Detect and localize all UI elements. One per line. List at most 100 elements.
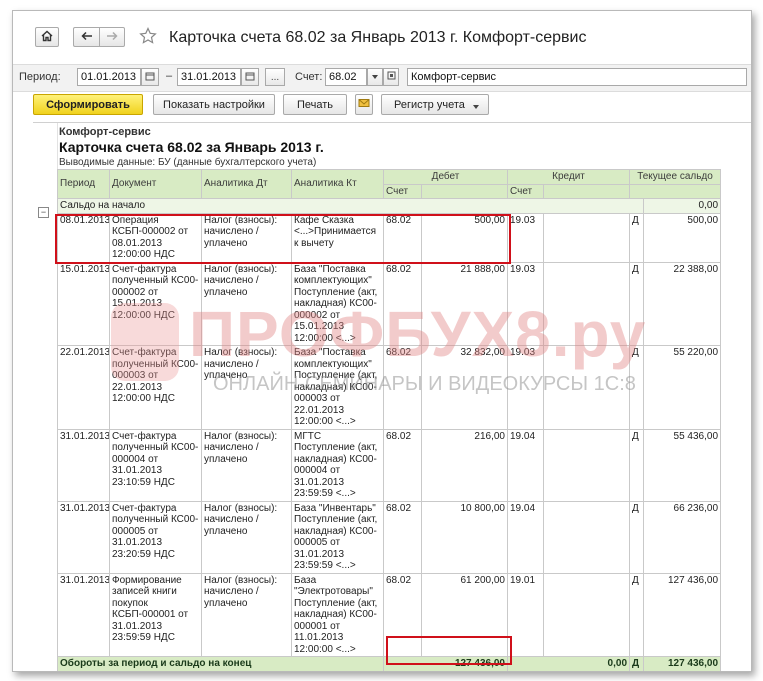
cell-credit	[542, 428, 631, 502]
show-settings-button[interactable]: Показать настройки	[153, 94, 275, 115]
cell-balance-sign: Д	[629, 261, 645, 346]
arrow-right-icon	[106, 30, 118, 44]
cell-document: Счет-фактура полученный КС00-000002 от 1…	[109, 261, 202, 346]
cell-debit: 61 200,00	[421, 572, 508, 657]
cell-document: Операция КСБП-000002 от 08.01.2013 12:00…	[109, 212, 202, 263]
period-label: Период:	[19, 71, 61, 83]
cell-debit: 32 832,00	[421, 345, 508, 430]
cell-credit-account: 19.03	[507, 212, 544, 263]
totals-credit: 0,00	[506, 656, 631, 671]
cell-analytics-dt: Налог (взносы): начислено / уплачено	[201, 261, 292, 346]
cell-debit: 500,00	[421, 212, 508, 263]
forward-button[interactable]	[99, 27, 125, 47]
cell-balance-sign: Д	[629, 212, 645, 263]
cell-balance-sign: Д	[629, 428, 645, 502]
cell-debit-account: 68.02	[383, 261, 422, 346]
cell-balance: 55 220,00	[643, 345, 722, 430]
organization-input[interactable]: Комфорт-сервис	[407, 68, 747, 86]
save-button[interactable]	[355, 94, 373, 115]
cell-analytics-kt: База "Инвентарь" Поступление (акт, накла…	[291, 500, 384, 574]
back-button[interactable]	[73, 27, 99, 47]
cell-analytics-kt: База "Поставка комплектующих" Поступлени…	[291, 261, 384, 346]
cell-balance: 66 236,00	[643, 500, 722, 574]
account-label: Счет:	[295, 71, 323, 83]
col-period: Период	[57, 169, 110, 199]
cell-balance-sign: Д	[629, 500, 645, 574]
date-from-input[interactable]: 01.01.2013	[77, 68, 141, 86]
cell-document: Формирование записей книги покупок КСБП-…	[109, 572, 202, 657]
totals-balance: 127 436,00	[643, 656, 722, 671]
opening-balance-value: 0,00	[643, 198, 722, 214]
command-bar: Сформировать Показать настройки Печать Р…	[13, 92, 751, 118]
cell-analytics-dt: Налог (взносы): начислено / уплачено	[201, 212, 292, 263]
cell-document: Счет-фактура полученный КС00-000003 от 2…	[109, 345, 202, 430]
account-input[interactable]: 68.02	[325, 68, 367, 86]
table-row: 15.01.2013 Счет-фактура полученный КС00-0…	[57, 261, 722, 346]
opening-balance-label: Сальдо на начало	[56, 198, 645, 214]
cell-balance: 500,00	[643, 212, 722, 263]
cell-analytics-dt: Налог (взносы): начислено / уплачено	[201, 500, 292, 574]
period-dash: –	[166, 70, 173, 82]
account-dropdown-button[interactable]	[367, 68, 383, 86]
report-organization: Комфорт-сервис	[59, 126, 151, 138]
cell-credit-account: 19.01	[507, 572, 544, 657]
cell-balance: 22 388,00	[643, 261, 722, 346]
totals-debit: 127 436,00	[383, 656, 508, 671]
cell-debit-account: 68.02	[383, 500, 422, 574]
register-button-label: Регистр учета	[394, 98, 465, 111]
cell-debit: 21 888,00	[421, 261, 508, 346]
cell-credit-account: 19.04	[507, 428, 544, 502]
cell-analytics-dt: Налог (взносы): начислено / уплачено	[201, 428, 292, 502]
home-button[interactable]	[35, 27, 59, 47]
cell-debit: 216,00	[421, 428, 508, 502]
period-select-button[interactable]: ...	[265, 68, 285, 86]
star-icon[interactable]	[139, 27, 157, 50]
arrow-left-icon	[80, 30, 93, 44]
col-debit: Дебет	[383, 169, 508, 185]
cell-analytics-kt: Кафе Сказка <...>Принимается к вычету	[291, 212, 384, 263]
date-to-calendar-button[interactable]	[241, 68, 259, 86]
table-row: 22.01.2013 Счет-фактура полученный КС00-0…	[57, 345, 722, 430]
cell-period: 08.01.2013	[57, 212, 110, 263]
cell-analytics-kt: База "Поставка комплектующих" Поступлени…	[291, 345, 384, 430]
cell-credit-account: 19.03	[507, 261, 544, 346]
cell-balance: 127 436,00	[643, 572, 722, 657]
cell-analytics-kt: МГТС Поступление (акт, накладная) КС00-0…	[291, 428, 384, 502]
title-bar: Карточка счета 68.02 за Январь 2013 г. К…	[13, 11, 751, 59]
report-window: Карточка счета 68.02 за Январь 2013 г. К…	[12, 10, 752, 672]
calendar-icon	[245, 71, 255, 84]
window-title: Карточка счета 68.02 за Январь 2013 г. К…	[169, 29, 587, 46]
col-debit-account: Счет	[383, 183, 422, 199]
print-button[interactable]: Печать	[283, 94, 347, 115]
envelope-icon	[358, 98, 370, 111]
account-open-button[interactable]	[383, 68, 399, 86]
cell-credit	[542, 212, 631, 263]
calendar-icon	[145, 71, 155, 84]
register-button[interactable]: Регистр учета	[381, 94, 489, 115]
cell-period: 31.01.2013	[57, 428, 110, 502]
col-credit-account: Счет	[507, 183, 544, 199]
date-to-input[interactable]: 31.01.2013	[177, 68, 241, 86]
date-from-calendar-button[interactable]	[141, 68, 159, 86]
col-balance: Текущее сальдо	[629, 169, 722, 185]
chevron-down-icon	[371, 72, 379, 83]
cell-analytics-dt: Налог (взносы): начислено / уплачено	[201, 572, 292, 657]
table-row: 31.01.2013 Счет-фактура полученный КС00-0…	[57, 428, 722, 502]
table-row: 31.01.2013 Счет-фактура полученный КС00-0…	[57, 500, 722, 574]
cell-analytics-dt: Налог (взносы): начислено / уплачено	[201, 345, 292, 430]
cell-debit-account: 68.02	[383, 345, 422, 430]
chevron-down-icon	[472, 101, 480, 113]
cell-balance: 55 436,00	[643, 428, 722, 502]
col-credit: Кредит	[506, 169, 631, 185]
report-area: − Комфорт-сервис Карточка счета 68.02 за…	[33, 122, 751, 671]
cell-credit	[542, 345, 631, 430]
opening-balance-row: Сальдо на начало 0,00	[56, 198, 722, 214]
cell-debit-account: 68.02	[383, 212, 422, 263]
collapse-group-button[interactable]: −	[38, 207, 49, 218]
generate-button[interactable]: Сформировать	[33, 94, 143, 115]
cell-balance-sign: Д	[629, 345, 645, 430]
cell-document: Счет-фактура полученный КС00-000005 от 3…	[109, 500, 202, 574]
report-title: Карточка счета 68.02 за Январь 2013 г.	[59, 139, 324, 155]
col-document: Документ	[109, 169, 202, 199]
cell-period: 31.01.2013	[57, 500, 110, 574]
